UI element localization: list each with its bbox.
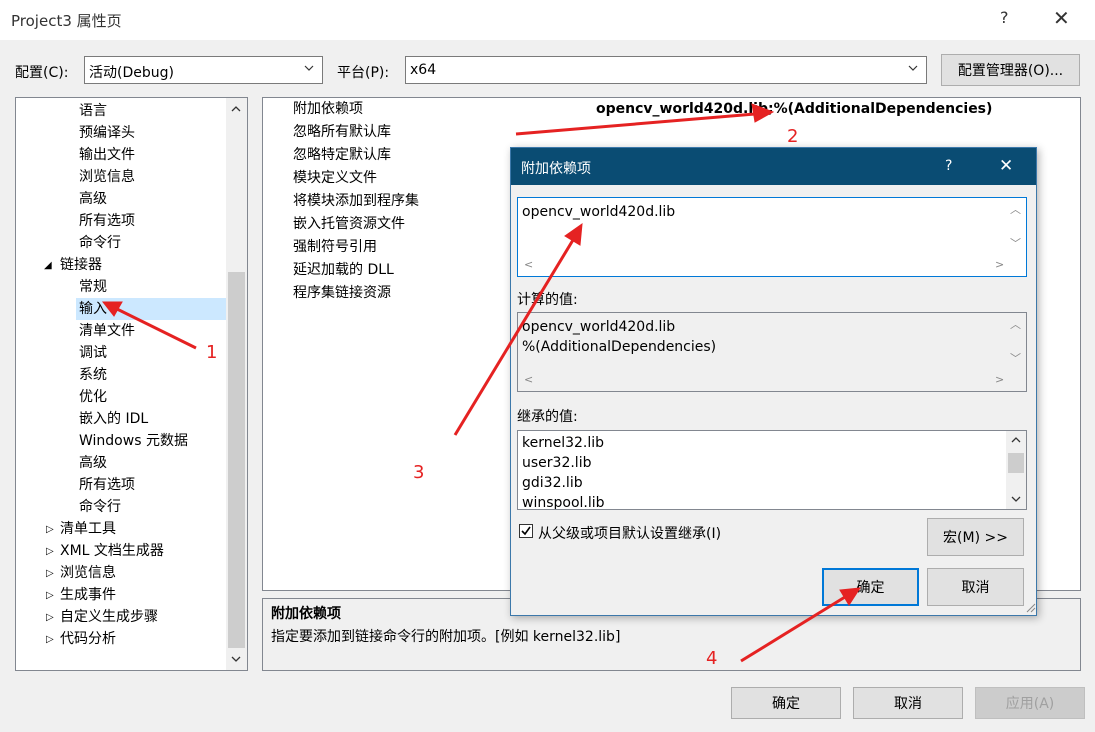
annotation-arrow-1 [101, 301, 197, 350]
annotation-layer [101, 103, 861, 663]
annotation-arrow-2 [515, 103, 775, 136]
annotation-label-4: 4 [706, 648, 718, 669]
annotation-arrow-4 [740, 587, 861, 663]
annotation-label-1: 1 [206, 342, 218, 363]
annotation-label-3: 3 [413, 462, 425, 483]
annotation-arrow-3 [453, 222, 583, 436]
annotation-label-2: 2 [787, 126, 799, 147]
